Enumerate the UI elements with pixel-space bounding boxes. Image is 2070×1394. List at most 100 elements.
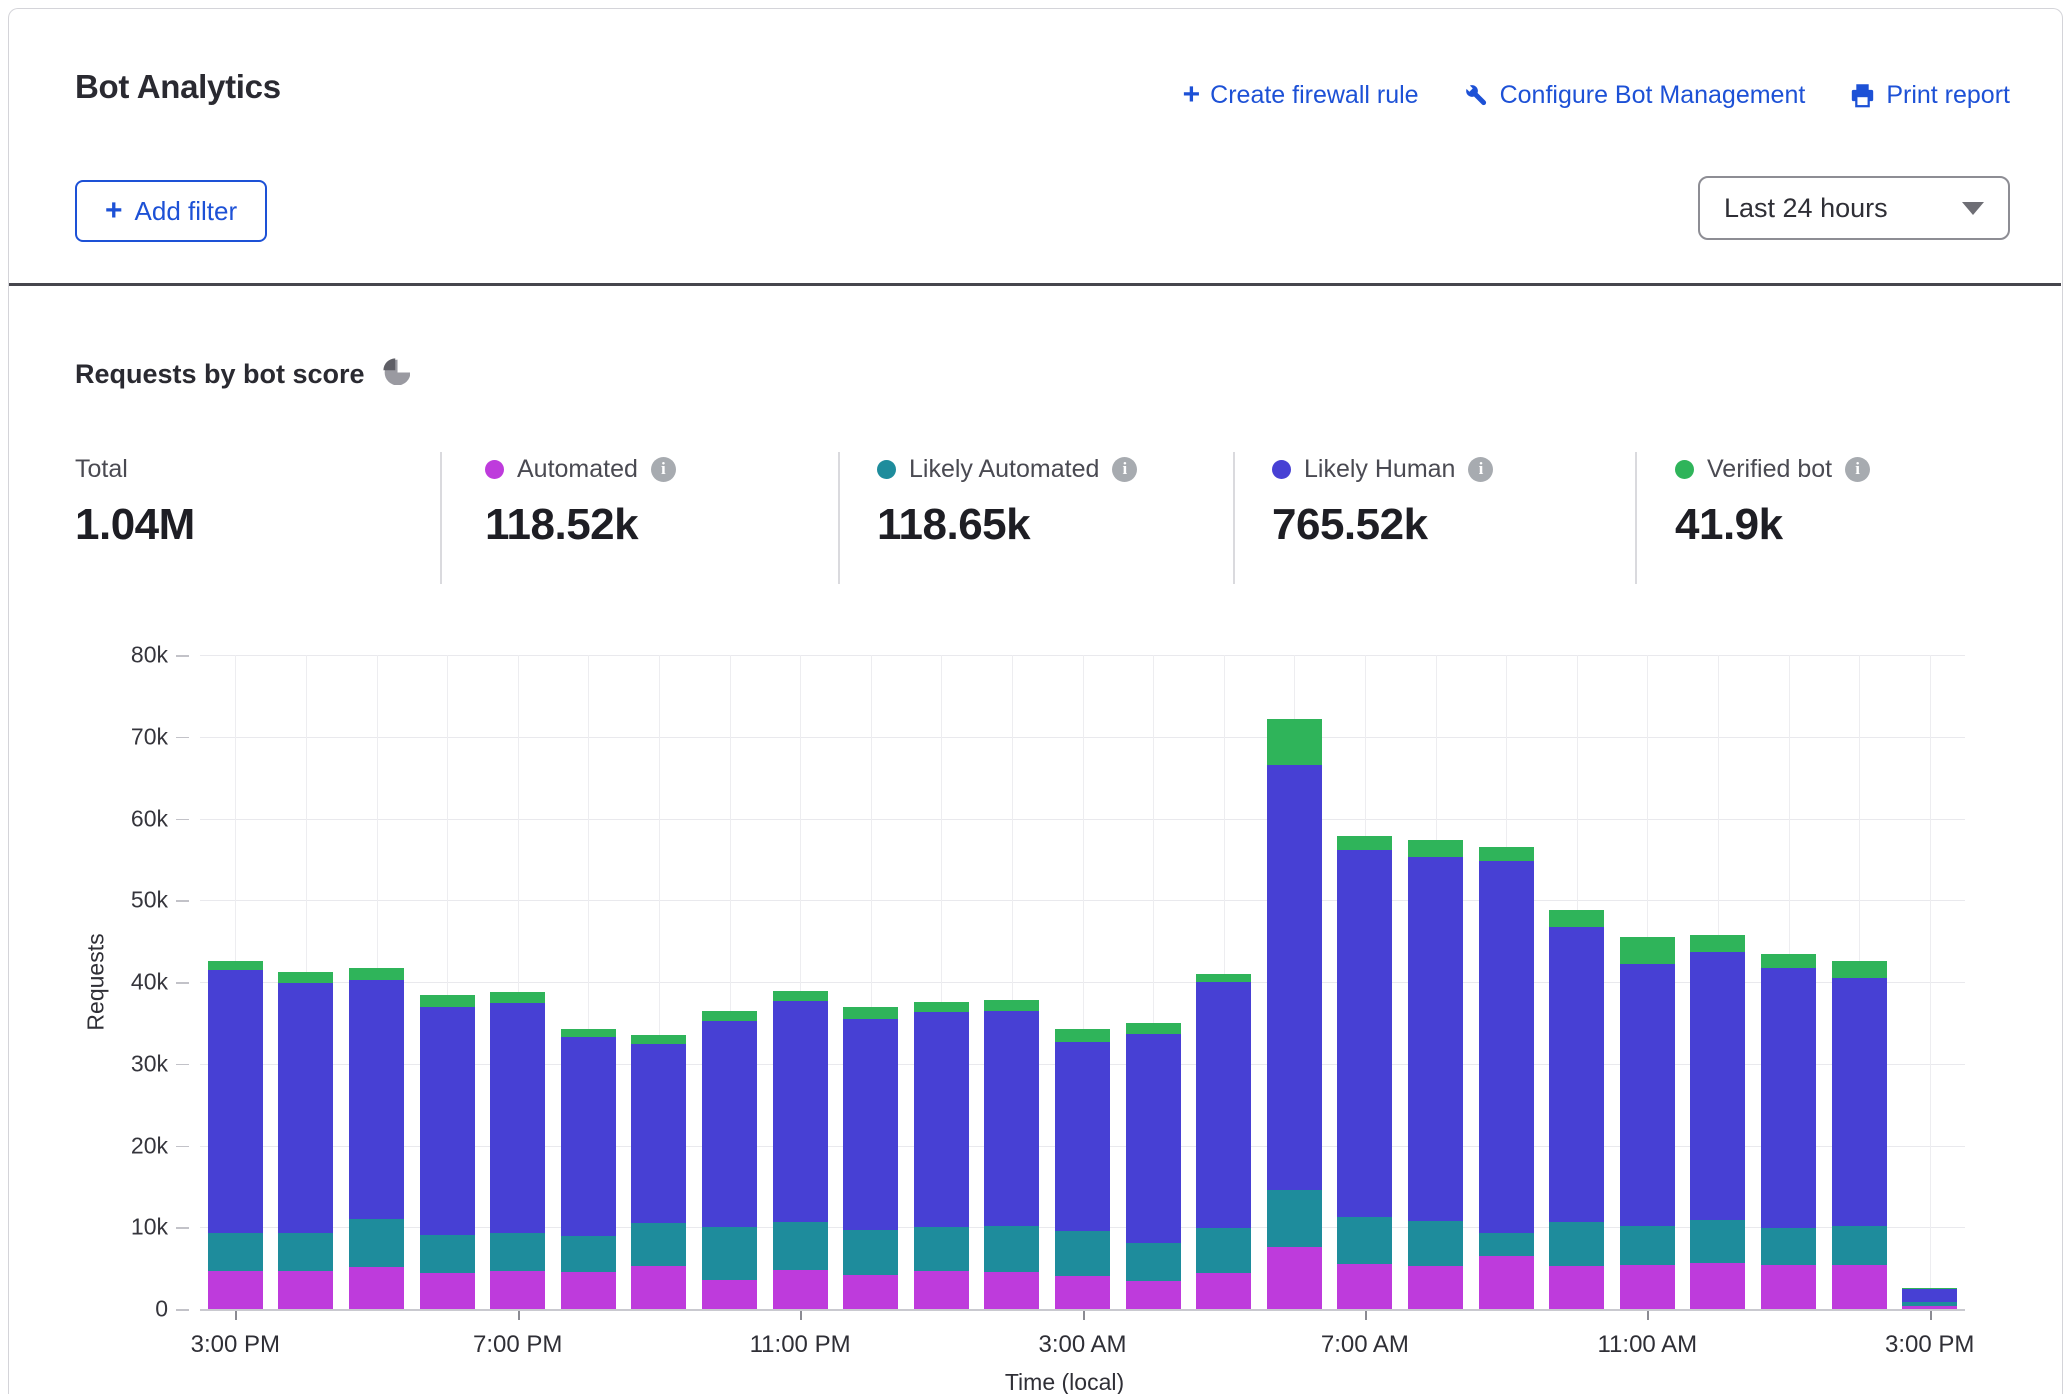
segment-automated (1832, 1265, 1887, 1309)
segment-verified-bot (1690, 935, 1745, 951)
bar-9-00-AM[interactable] (1479, 847, 1534, 1309)
bar-5-00-PM[interactable] (349, 968, 404, 1309)
bar-9-00-PM[interactable] (631, 1035, 686, 1309)
header-divider (9, 283, 2061, 286)
configure-bot-management-link[interactable]: Configure Bot Management (1463, 81, 1806, 110)
legend-item-likely-human[interactable]: Likely Human i (1272, 452, 1493, 486)
legend-item-automated[interactable]: Automated i (485, 452, 676, 486)
info-icon[interactable]: i (1845, 457, 1870, 482)
action-label: Create firewall rule (1210, 81, 1418, 110)
segment-automated (702, 1280, 757, 1309)
bar-8-00-AM[interactable] (1408, 840, 1463, 1309)
segment-verified-bot (208, 961, 263, 970)
segment-verified-bot (1267, 719, 1322, 765)
segment-automated (1196, 1273, 1251, 1309)
bar-2-00-PM[interactable] (1832, 961, 1887, 1309)
bar-10-00-PM[interactable] (702, 1011, 757, 1309)
stat-label: Total (75, 455, 128, 484)
segment-likely-automated (984, 1226, 1039, 1273)
segment-automated (1620, 1265, 1675, 1309)
segment-likely-automated (561, 1236, 616, 1272)
stat-total: Total 1.04M (75, 452, 195, 550)
segment-likely-human (1055, 1042, 1110, 1232)
bar-7-00-AM[interactable] (1337, 836, 1392, 1309)
bar-4-00-PM[interactable] (278, 972, 333, 1309)
stat-label: Verified bot (1707, 455, 1832, 484)
bar-12-00-PM[interactable] (1690, 935, 1745, 1309)
segment-likely-human (1690, 952, 1745, 1220)
segment-automated (208, 1271, 263, 1309)
segment-likely-automated (1690, 1220, 1745, 1263)
bar-8-00-PM[interactable] (561, 1029, 616, 1309)
bar-2-00-AM[interactable] (984, 1000, 1039, 1309)
chart-title: Requests by bot score (75, 359, 365, 390)
wrench-icon (1463, 82, 1490, 109)
segment-likely-human (984, 1011, 1039, 1226)
stat-value: 765.52k (1272, 500, 1493, 550)
segment-verified-bot (773, 991, 828, 1001)
bar-11-00-AM[interactable] (1620, 937, 1675, 1309)
segment-verified-bot (1620, 937, 1675, 964)
segment-likely-automated (702, 1227, 757, 1279)
segment-automated (1337, 1264, 1392, 1309)
bar-5-00-AM[interactable] (1196, 974, 1251, 1309)
action-label: Print report (1886, 81, 2010, 110)
segment-likely-human (208, 970, 263, 1233)
segment-likely-human (1620, 964, 1675, 1226)
bar-12-00-AM[interactable] (843, 1007, 898, 1309)
bar-3-00-PM[interactable] (1902, 1288, 1957, 1309)
segment-likely-human (1761, 968, 1816, 1228)
segment-likely-human (1832, 978, 1887, 1226)
create-firewall-rule-link[interactable]: + Create firewall rule (1183, 80, 1419, 110)
segment-automated (1902, 1306, 1957, 1309)
segment-likely-human (420, 1007, 475, 1236)
segment-verified-bot (1761, 954, 1816, 968)
time-range-value: Last 24 hours (1724, 193, 1888, 224)
print-report-link[interactable]: Print report (1849, 81, 2010, 110)
stat-label: Automated (517, 455, 638, 484)
time-range-select[interactable]: Last 24 hours (1698, 176, 2010, 240)
segment-verified-bot (702, 1011, 757, 1021)
bar-7-00-PM[interactable] (490, 992, 545, 1309)
bar-10-00-AM[interactable] (1549, 910, 1604, 1309)
legend-item-likely-automated[interactable]: Likely Automated i (877, 452, 1137, 486)
segment-likely-automated (1337, 1217, 1392, 1264)
bar-11-00-PM[interactable] (773, 991, 828, 1309)
bar-6-00-AM[interactable] (1267, 719, 1322, 1309)
bot-analytics-page: Bot Analytics + Create firewall rule Con… (0, 0, 2070, 1394)
section-heading: Requests by bot score (75, 358, 410, 390)
segment-likely-human (843, 1019, 898, 1230)
segment-likely-human (914, 1012, 969, 1227)
bar-3-00-PM[interactable] (208, 961, 263, 1309)
segment-likely-automated (490, 1233, 545, 1271)
segment-likely-automated (1549, 1222, 1604, 1267)
info-icon[interactable]: i (1468, 457, 1493, 482)
segment-verified-bot (1055, 1029, 1110, 1042)
bar-1-00-PM[interactable] (1761, 954, 1816, 1309)
segment-automated (561, 1272, 616, 1309)
segment-automated (1479, 1256, 1534, 1309)
segment-verified-bot (420, 995, 475, 1006)
bar-1-00-AM[interactable] (914, 1002, 969, 1309)
segment-automated (420, 1273, 475, 1309)
segment-verified-bot (984, 1000, 1039, 1011)
add-filter-button[interactable]: + Add filter (75, 180, 267, 242)
legend-dot-verified-bot (1675, 460, 1694, 479)
segment-likely-automated (1267, 1190, 1322, 1247)
segment-likely-human (631, 1044, 686, 1223)
bar-6-00-PM[interactable] (420, 995, 475, 1309)
legend-item-verified-bot[interactable]: Verified bot i (1675, 452, 1870, 486)
info-icon[interactable]: i (651, 457, 676, 482)
bar-4-00-AM[interactable] (1126, 1023, 1181, 1309)
info-icon[interactable]: i (1112, 457, 1137, 482)
printer-icon (1849, 82, 1876, 109)
segment-verified-bot (914, 1002, 969, 1013)
segment-verified-bot (278, 972, 333, 983)
stat-automated: Automated i 118.52k (485, 452, 676, 550)
segment-likely-human (1196, 982, 1251, 1228)
segment-verified-bot (1479, 847, 1534, 861)
segment-automated (1549, 1266, 1604, 1309)
segment-likely-automated (1126, 1243, 1181, 1281)
bar-3-00-AM[interactable] (1055, 1029, 1110, 1309)
segment-likely-human (278, 983, 333, 1233)
